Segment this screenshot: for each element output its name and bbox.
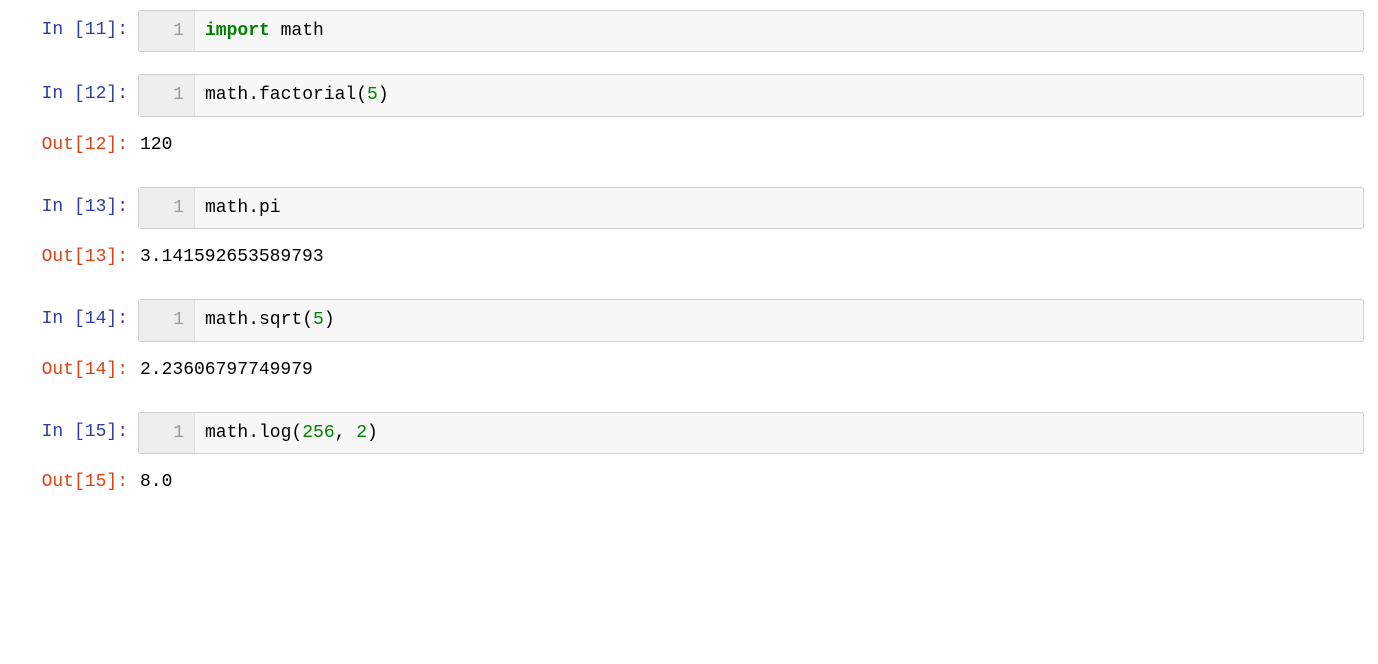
cell-gap bbox=[14, 60, 1364, 74]
in-prompt: In [14]: bbox=[14, 299, 138, 339]
input-cell: In [12]:1math.factorial(5) bbox=[14, 74, 1364, 116]
notebook-container: In [11]:1import mathIn [12]:1math.factor… bbox=[14, 10, 1364, 503]
in-prompt: In [11]: bbox=[14, 10, 138, 50]
code-input-area[interactable]: 1math.factorial(5) bbox=[138, 74, 1364, 116]
line-number-gutter: 1 bbox=[139, 188, 195, 228]
out-prompt: Out[13]: bbox=[14, 237, 138, 277]
output-cell: Out[14]:2.23606797749979 bbox=[14, 350, 1364, 390]
code-content[interactable]: import math bbox=[195, 11, 1363, 51]
cell-gap bbox=[14, 398, 1364, 412]
code-content[interactable]: math.pi bbox=[195, 188, 1363, 228]
cell-gap bbox=[14, 285, 1364, 299]
code-content[interactable]: math.factorial(5) bbox=[195, 75, 1363, 115]
output-cell: Out[12]:120 bbox=[14, 125, 1364, 165]
in-prompt: In [13]: bbox=[14, 187, 138, 227]
output-text: 2.23606797749979 bbox=[138, 350, 1364, 390]
output-text: 120 bbox=[138, 125, 1364, 165]
out-prompt: Out[15]: bbox=[14, 462, 138, 502]
out-prompt: Out[14]: bbox=[14, 350, 138, 390]
line-number-gutter: 1 bbox=[139, 75, 195, 115]
line-number-gutter: 1 bbox=[139, 300, 195, 340]
code-input-area[interactable]: 1math.sqrt(5) bbox=[138, 299, 1364, 341]
code-content[interactable]: math.log(256, 2) bbox=[195, 413, 1363, 453]
out-prompt: Out[12]: bbox=[14, 125, 138, 165]
output-cell: Out[15]:8.0 bbox=[14, 462, 1364, 502]
input-cell: In [14]:1math.sqrt(5) bbox=[14, 299, 1364, 341]
in-prompt: In [15]: bbox=[14, 412, 138, 452]
output-text: 3.141592653589793 bbox=[138, 237, 1364, 277]
cell-gap bbox=[14, 173, 1364, 187]
output-cell: Out[13]:3.141592653589793 bbox=[14, 237, 1364, 277]
output-text: 8.0 bbox=[138, 462, 1364, 502]
code-input-area[interactable]: 1import math bbox=[138, 10, 1364, 52]
line-number-gutter: 1 bbox=[139, 11, 195, 51]
line-number-gutter: 1 bbox=[139, 413, 195, 453]
code-content[interactable]: math.sqrt(5) bbox=[195, 300, 1363, 340]
input-cell: In [11]:1import math bbox=[14, 10, 1364, 52]
code-input-area[interactable]: 1math.log(256, 2) bbox=[138, 412, 1364, 454]
in-prompt: In [12]: bbox=[14, 74, 138, 114]
code-input-area[interactable]: 1math.pi bbox=[138, 187, 1364, 229]
input-cell: In [15]:1math.log(256, 2) bbox=[14, 412, 1364, 454]
input-cell: In [13]:1math.pi bbox=[14, 187, 1364, 229]
